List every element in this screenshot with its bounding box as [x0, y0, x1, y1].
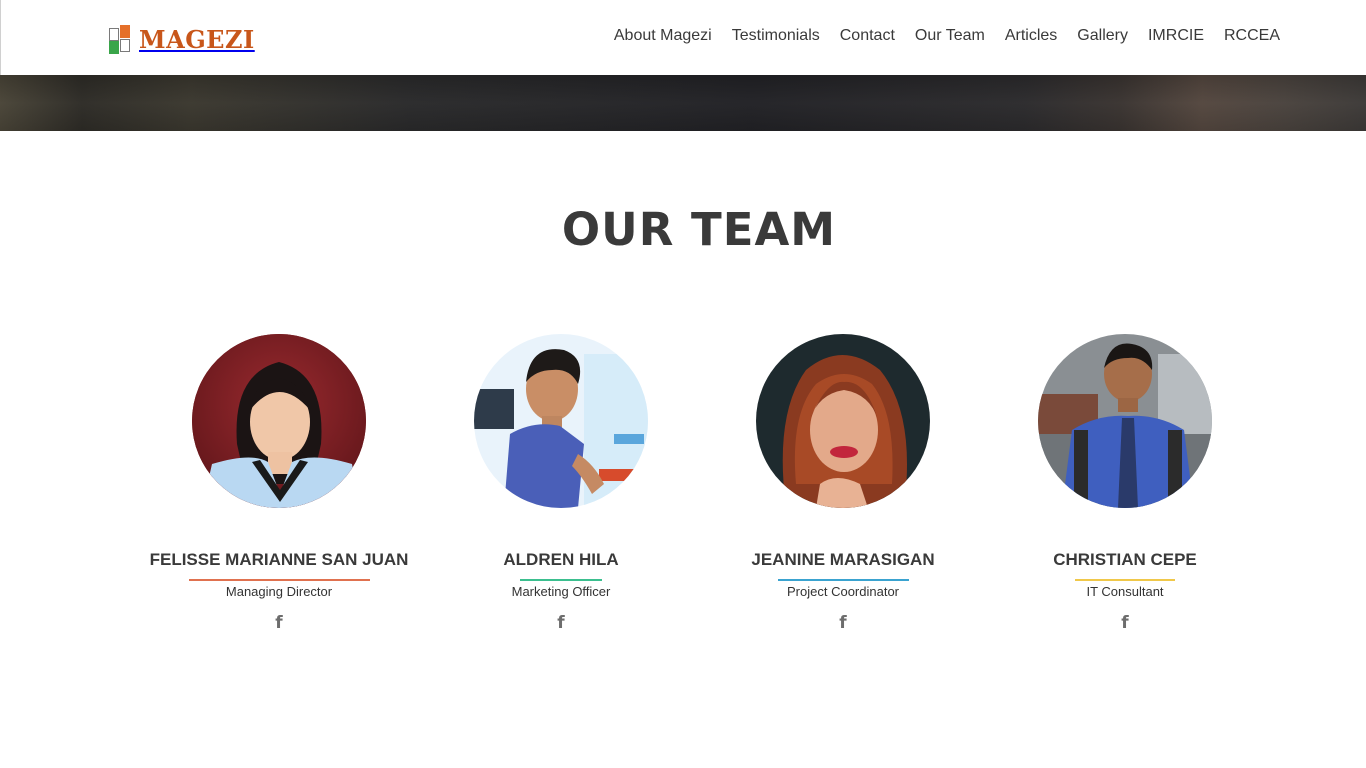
nav-link-rccea[interactable]: RCCEA [1224, 27, 1280, 45]
nav-link-articles[interactable]: Articles [1005, 27, 1057, 45]
team-member-card: JEANINE MARASIGAN Project Coordinator f [703, 334, 983, 633]
member-photo [756, 334, 930, 508]
nav-link-about-magezi[interactable]: About Magezi [614, 27, 712, 45]
logo-mark-icon [109, 24, 131, 54]
member-role: Project Coordinator [787, 584, 899, 599]
name-underline [188, 579, 370, 581]
member-name: FELISSE MARIANNE SAN JUAN [149, 550, 409, 569]
logo[interactable]: MAGEZI [109, 24, 255, 54]
team-section: FELISSE MARIANNE SAN JUAN Managing Direc… [0, 334, 1366, 654]
main-nav: About Magezi Testimonials Contact Our Te… [614, 27, 1280, 45]
team-member-card: FELISSE MARIANNE SAN JUAN Managing Direc… [139, 334, 419, 633]
member-photo [474, 334, 648, 508]
nav-link-testimonials[interactable]: Testimonials [732, 27, 820, 45]
nav-link-contact[interactable]: Contact [840, 27, 895, 45]
section-title: OUR TEAM [561, 203, 837, 256]
hero-banner [0, 75, 1366, 131]
member-role: IT Consultant [1086, 584, 1164, 599]
member-photo [192, 334, 366, 508]
member-name: ALDREN HILA [503, 550, 619, 569]
team-member-card: ALDREN HILA Marketing Officer f [421, 334, 701, 633]
nav-link-our-team[interactable]: Our Team [915, 27, 985, 45]
logo-text: MAGEZI [139, 24, 255, 54]
member-role: Marketing Officer [511, 584, 611, 599]
name-underline [520, 579, 602, 581]
team-member-card: CHRISTIAN CEPE IT Consultant f [985, 334, 1265, 633]
member-role: Managing Director [225, 584, 333, 599]
name-underline [777, 579, 909, 581]
facebook-icon[interactable]: f [275, 613, 282, 633]
navbar: MAGEZI About Magezi Testimonials Contact… [0, 0, 1366, 75]
member-name: CHRISTIAN CEPE [1053, 550, 1197, 569]
nav-link-gallery[interactable]: Gallery [1077, 27, 1128, 45]
member-name: JEANINE MARASIGAN [751, 550, 935, 569]
facebook-icon[interactable]: f [1121, 613, 1128, 633]
nav-link-imrcie[interactable]: IMRCIE [1148, 27, 1204, 45]
member-photo [1038, 334, 1212, 508]
name-underline [1075, 579, 1175, 581]
facebook-icon[interactable]: f [557, 613, 564, 633]
facebook-icon[interactable]: f [839, 613, 846, 633]
